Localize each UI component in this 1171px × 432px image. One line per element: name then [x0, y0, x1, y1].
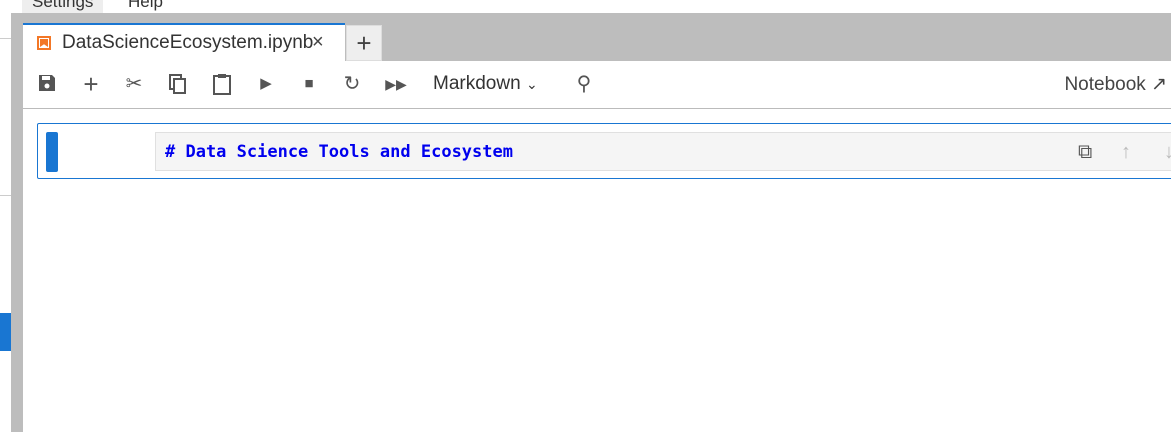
tab-label: DataScienceEcosystem.ipynb [62, 32, 314, 53]
save-icon[interactable] [36, 73, 58, 95]
notebook-label: Notebook [1064, 74, 1146, 95]
divider [0, 195, 11, 196]
cell-editor[interactable]: # Data Science Tools and Ecosystem ⧉ ↑ ↓ [155, 132, 1171, 171]
restart-icon[interactable]: ↻ [341, 73, 363, 95]
location-pin-icon[interactable]: ⚲ [573, 73, 595, 95]
paste-icon[interactable] [211, 73, 233, 95]
cell-source: # Data Science Tools and Ecosystem [165, 142, 513, 162]
cell-collapser[interactable] [46, 132, 58, 172]
cut-icon[interactable]: ✂ [123, 73, 145, 95]
menu-help[interactable]: Help [118, 0, 173, 13]
move-up-icon[interactable]: ↑ [1121, 141, 1131, 164]
run-icon[interactable]: ▶ [255, 73, 277, 95]
open-notebook-button[interactable]: Notebook ↗ [1064, 73, 1167, 96]
markdown-cell[interactable]: # Data Science Tools and Ecosystem ⧉ ↑ ↓ [37, 123, 1171, 179]
menubar: Settings Help [0, 0, 1171, 13]
notebook-icon [37, 36, 51, 50]
menu-settings[interactable]: Settings [22, 0, 104, 13]
splitter[interactable] [11, 13, 23, 432]
close-icon[interactable]: × [312, 31, 324, 54]
tab-notebook[interactable]: DataScienceEcosystem.ipynb × [23, 23, 345, 61]
cell-type-value: Markdown [433, 73, 521, 94]
move-down-icon[interactable]: ↓ [1164, 141, 1171, 164]
run-all-icon[interactable]: ▶▶ [385, 73, 407, 95]
sidebar-active-tab[interactable] [0, 313, 11, 351]
cell-type-dropdown[interactable]: Markdown ⌄ [433, 73, 538, 95]
copy-icon[interactable] [167, 73, 189, 95]
duplicate-cell-icon[interactable]: ⧉ [1078, 141, 1092, 164]
external-link-icon: ↗ [1151, 74, 1167, 95]
stop-icon[interactable]: ■ [298, 73, 320, 95]
tab-bar: DataScienceEcosystem.ipynb × + [23, 13, 1171, 61]
left-sidebar [0, 13, 11, 432]
add-cell-icon[interactable]: + [80, 71, 102, 97]
divider [0, 38, 11, 39]
new-tab-button[interactable]: + [346, 25, 382, 61]
notebook-toolbar: + ✂ ▶ ■ ↻ ▶▶ Markdown ⌄ ⚲ Notebook ↗ [23, 61, 1171, 109]
chevron-down-icon: ⌄ [525, 76, 538, 92]
